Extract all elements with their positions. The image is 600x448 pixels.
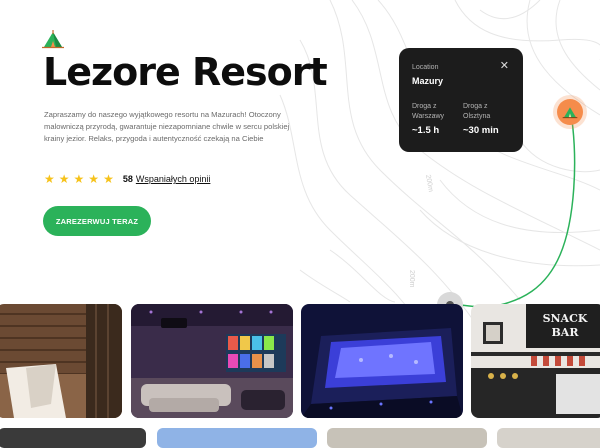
distance-label: Droga z Warszawy	[412, 103, 445, 120]
distance-label: Droga z Olsztyna	[463, 103, 491, 120]
star-icon: ★	[58, 172, 70, 186]
distance-warsaw: Droga z Warszawy ~1.5 h	[412, 102, 458, 136]
gallery-photo[interactable]	[497, 428, 600, 448]
star-icon: ★	[88, 172, 100, 186]
star-rating: ★ ★ ★ ★ ★	[44, 173, 114, 185]
distance-value: ~30 min	[463, 125, 499, 136]
snack-bar-sign: SNACK	[543, 312, 588, 325]
star-icon: ★	[73, 172, 85, 186]
page-title: Lezore Resort	[43, 50, 328, 94]
star-icon: ★	[103, 172, 114, 186]
resort-map-pin[interactable]	[557, 99, 583, 125]
snack-bar-photo[interactable]: SNACK BAR	[471, 304, 600, 418]
contour-label: 200m	[408, 270, 415, 288]
close-icon[interactable]: ✕	[500, 61, 509, 72]
gallery-photo[interactable]	[0, 428, 146, 448]
resort-description: Zapraszamy do naszego wyjątkowego resort…	[44, 110, 290, 143]
location-card: Location ✕ Mazury Droga z Warszawy ~1.5 …	[399, 48, 523, 152]
reviews-link[interactable]: Wspaniałych opinii	[136, 174, 211, 184]
camp-tent-icon	[562, 107, 578, 119]
star-icon: ★	[44, 172, 55, 186]
location-name: Mazury	[412, 76, 444, 86]
jacuzzi-photo[interactable]	[301, 304, 463, 418]
cinema-room-photo[interactable]	[131, 304, 293, 418]
rating-row: ★ ★ ★ ★ ★ 58 Wspaniałych opinii	[44, 172, 210, 186]
sauna-photo[interactable]	[0, 304, 122, 418]
svg-text:BAR: BAR	[552, 326, 580, 339]
location-label: Location	[412, 64, 439, 71]
distance-olsztyn: Droga z Olsztyna ~30 min	[463, 102, 509, 136]
gallery-photo[interactable]	[327, 428, 487, 448]
gallery-photo[interactable]	[157, 428, 317, 448]
camp-tent-icon	[42, 30, 64, 49]
book-now-button[interactable]: ZAREZERWUJ TERAZ	[43, 206, 151, 236]
review-count: 58	[122, 174, 133, 184]
distance-value: ~1.5 h	[412, 125, 440, 136]
contour-label: 200m	[424, 174, 434, 193]
